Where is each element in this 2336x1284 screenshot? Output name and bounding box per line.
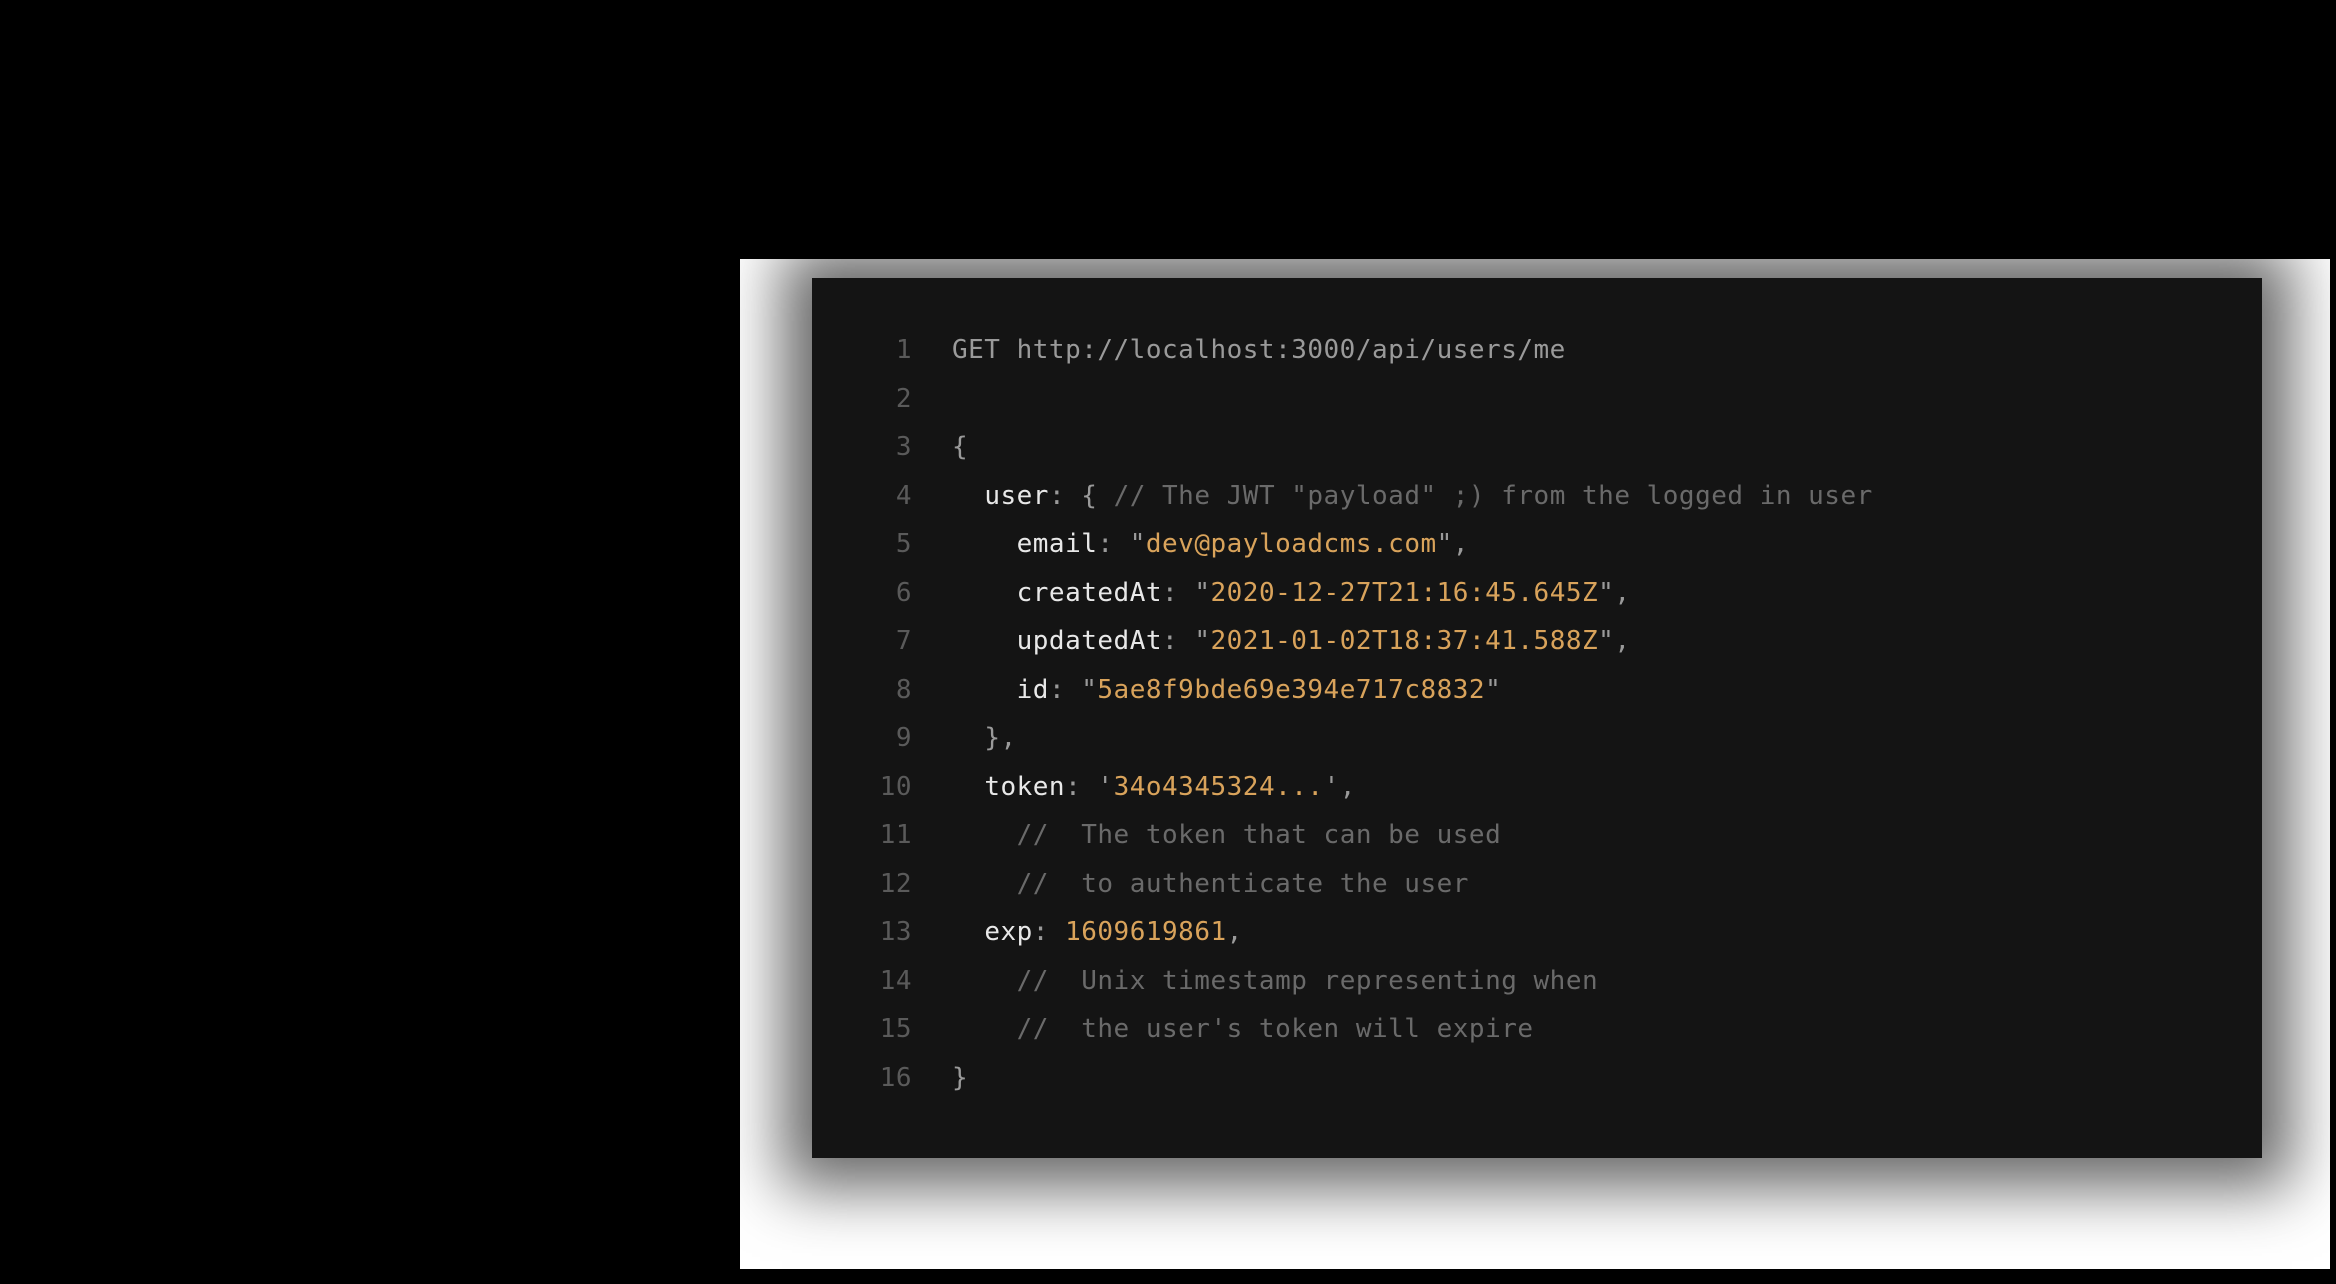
line-number: 16: [862, 1054, 912, 1103]
line-number: 6: [862, 569, 912, 618]
code-token: id: [1017, 675, 1049, 705]
code-token: [952, 626, 1017, 656]
code-token: :: [1033, 917, 1065, 947]
code-token: GET http://localhost:3000/api/users/me: [952, 335, 1566, 365]
code-token: ",: [1598, 626, 1630, 656]
line-number: 5: [862, 520, 912, 569]
code-token: // the user's token will expire: [1017, 1014, 1534, 1044]
code-token: }: [952, 1063, 968, 1093]
code-content: email: "dev@payloadcms.com",: [952, 520, 1469, 569]
code-content: updatedAt: "2021-01-02T18:37:41.588Z",: [952, 617, 1630, 666]
line-number: 4: [862, 472, 912, 521]
code-token: 2020-12-27T21:16:45.645Z: [1210, 578, 1598, 608]
code-content: // Unix timestamp representing when: [952, 957, 1598, 1006]
code-token: ',: [1324, 772, 1356, 802]
code-line: 14 // Unix timestamp representing when: [862, 957, 2212, 1006]
code-token: [952, 1014, 1017, 1044]
code-content: },: [952, 714, 1017, 763]
code-token: dev@payloadcms.com: [1146, 529, 1437, 559]
code-token: [952, 723, 984, 753]
line-number: 13: [862, 908, 912, 957]
code-line: 8 id: "5ae8f9bde69e394e717c8832": [862, 666, 2212, 715]
code-line: 15 // the user's token will expire: [862, 1005, 2212, 1054]
code-token: [952, 578, 1017, 608]
code-token: updatedAt: [1017, 626, 1162, 656]
line-number: 2: [862, 375, 912, 424]
code-token: : ": [1162, 578, 1210, 608]
code-token: ,: [1227, 917, 1243, 947]
code-content: id: "5ae8f9bde69e394e717c8832": [952, 666, 1501, 715]
line-number: 15: [862, 1005, 912, 1054]
code-token: email: [1017, 529, 1098, 559]
code-content: createdAt: "2020-12-27T21:16:45.645Z",: [952, 569, 1630, 618]
code-line: 11 // The token that can be used: [862, 811, 2212, 860]
line-number: 3: [862, 423, 912, 472]
code-token: ",: [1598, 578, 1630, 608]
code-token: [952, 481, 984, 511]
code-token: // The token that can be used: [1017, 820, 1502, 850]
code-content: exp: 1609619861,: [952, 908, 1243, 957]
code-token: user: [984, 481, 1049, 511]
code-line: 9 },: [862, 714, 2212, 763]
code-token: {: [952, 432, 968, 462]
code-token: // Unix timestamp representing when: [1017, 966, 1599, 996]
line-number: 9: [862, 714, 912, 763]
code-line: 7 updatedAt: "2021-01-02T18:37:41.588Z",: [862, 617, 2212, 666]
line-number: 1: [862, 326, 912, 375]
code-token: // to authenticate the user: [1017, 869, 1469, 899]
code-token: [952, 529, 1017, 559]
code-line: 4 user: { // The JWT "payload" ;) from t…: [862, 472, 2212, 521]
code-token: 2021-01-02T18:37:41.588Z: [1210, 626, 1598, 656]
line-number: 10: [862, 763, 912, 812]
code-line: 13 exp: 1609619861,: [862, 908, 2212, 957]
code-line: 12 // to authenticate the user: [862, 860, 2212, 909]
line-number: 12: [862, 860, 912, 909]
code-panel: 1 GET http://localhost:3000/api/users/me 2…: [812, 278, 2262, 1158]
code-token: token: [984, 772, 1065, 802]
line-number: 8: [862, 666, 912, 715]
code-token: : ": [1162, 626, 1210, 656]
code-token: 34o4345324...: [1114, 772, 1324, 802]
code-block: 1 GET http://localhost:3000/api/users/me 2…: [862, 326, 2212, 1102]
code-token: },: [984, 723, 1016, 753]
code-token: : ': [1065, 772, 1113, 802]
code-token: createdAt: [1017, 578, 1162, 608]
code-content: {: [952, 423, 968, 472]
code-token: [952, 820, 1017, 850]
code-token: : ": [1097, 529, 1145, 559]
code-content: // The token that can be used: [952, 811, 1501, 860]
code-line: 16}: [862, 1054, 2212, 1103]
code-content: token: '34o4345324...',: [952, 763, 1356, 812]
code-content: }: [952, 1054, 968, 1103]
code-content: // to authenticate the user: [952, 860, 1469, 909]
code-token: [952, 772, 984, 802]
code-line: 6 createdAt: "2020-12-27T21:16:45.645Z",: [862, 569, 2212, 618]
code-line: 3{: [862, 423, 2212, 472]
code-token: [952, 917, 984, 947]
code-token: [952, 675, 1017, 705]
line-number: 7: [862, 617, 912, 666]
code-content: // the user's token will expire: [952, 1005, 1534, 1054]
code-token: : {: [1049, 481, 1114, 511]
code-line: 5 email: "dev@payloadcms.com",: [862, 520, 2212, 569]
code-token: 5ae8f9bde69e394e717c8832: [1097, 675, 1485, 705]
code-token: exp: [984, 917, 1032, 947]
line-number: 14: [862, 957, 912, 1006]
code-content: GET http://localhost:3000/api/users/me: [952, 326, 1566, 375]
code-token: : ": [1049, 675, 1097, 705]
code-content: user: { // The JWT "payload" ;) from the…: [952, 472, 1873, 521]
code-line: 10 token: '34o4345324...',: [862, 763, 2212, 812]
code-token: [952, 869, 1017, 899]
code-token: ": [1485, 675, 1501, 705]
code-token: 1609619861: [1065, 917, 1227, 947]
code-line: 2: [862, 375, 2212, 424]
code-line: 1 GET http://localhost:3000/api/users/me: [862, 326, 2212, 375]
line-number: 11: [862, 811, 912, 860]
code-token: [952, 966, 1017, 996]
code-token: // The JWT "payload" ;) from the logged …: [1114, 481, 1873, 511]
code-token: ",: [1437, 529, 1469, 559]
